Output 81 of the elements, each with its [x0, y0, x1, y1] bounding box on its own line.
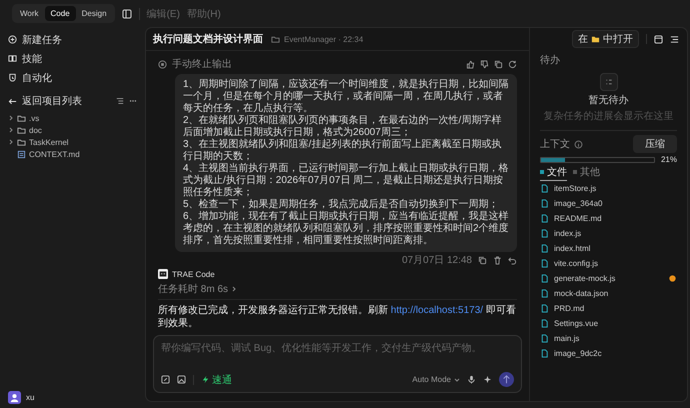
user-name: xu [26, 393, 34, 402]
file-item[interactable]: main.js [540, 331, 677, 346]
sidebar-item[interactable]: 自动化 [8, 68, 137, 87]
list-view-icon[interactable] [116, 97, 124, 105]
message-paragraph: 2、在就绪队列页和阻塞队列页的事项条目，在最右边的一次性/周期字样后面增加截止日期或执行日期，格式为26007周三； [183, 115, 502, 138]
context-label: 上下文 [540, 138, 570, 151]
file-item[interactable]: itemStore.js [540, 181, 677, 196]
copy-icon[interactable] [494, 60, 503, 68]
task-duration[interactable]: 任务耗时 8m 6s [158, 282, 228, 296]
file-item[interactable]: PRD.md [540, 301, 677, 316]
file-item[interactable]: README.md [540, 211, 677, 226]
file-item[interactable]: image_9dc2c [540, 346, 677, 361]
message-paragraph: 1、周期时间除了间隔，应该还有一个时间维度，就是执行日期，比如间隔一个月，但是在每个月的哪一天执行，或者间隔一周，在周几执行，或者每天的任务，在几点执行等。 [183, 79, 509, 114]
mode-dropdown[interactable]: Auto Mode [412, 375, 460, 384]
microphone-icon[interactable] [467, 375, 476, 384]
mode-tab[interactable]: Code [44, 6, 76, 21]
info-icon[interactable] [574, 140, 583, 148]
tree-item[interactable]: doc [8, 124, 137, 136]
mode-tab[interactable]: Work [14, 6, 45, 21]
open-in-folder-button[interactable]: 在 中打开 [572, 30, 639, 48]
app-logo-icon [158, 269, 168, 279]
message-time: 07月07日 12:48 [402, 254, 472, 267]
stop-note: 手动终止输出 [172, 58, 232, 71]
context-tab[interactable]: 其他 [573, 165, 600, 181]
trash-icon[interactable] [493, 256, 502, 264]
message-paragraph: 6、增加功能，现在有了截止日期或执行日期，应当有临近提醒，我是这样考虑的，在主视图的就绪队列和阻塞队列，排序按照重要性和时间2个维度排序，首先按照重要性排，相同重要性按照时间距离排。 [183, 211, 509, 247]
sidebar-toggle-icon[interactable] [122, 8, 132, 18]
edit-icon[interactable] [161, 375, 170, 384]
message-paragraph: 3、在主视图就绪队列和阻塞/挂起列表的执行前面写上距离截至日期或执行日期的天数； [183, 139, 502, 162]
copy-icon[interactable] [478, 256, 487, 264]
todo-title: 待办 [540, 54, 561, 67]
assistant-reply: 所有修改已完成，开发服务器运行正常无报错。刷新 http://localhost:5173/ 即可看到效果。 [158, 304, 517, 330]
lightning-icon [201, 375, 210, 384]
sparkle-icon[interactable] [483, 375, 492, 384]
compress-button[interactable]: 压缩 [633, 135, 677, 153]
plus-circle-icon [8, 35, 17, 44]
chat-input[interactable]: 帮你编写代码、调试 Bug、优化性能等开发工作，交付生产级代码产物。 速通 Auto Mode [153, 335, 522, 393]
localhost-link[interactable]: http://localhost:5173/ [390, 305, 484, 316]
file-item[interactable]: generate-mock.js [540, 271, 677, 286]
send-button[interactable] [499, 372, 514, 387]
context-percent: 21% [660, 155, 677, 164]
folder-icon [271, 34, 280, 44]
clock-icon [8, 73, 17, 82]
chevron-icon [231, 286, 238, 292]
message-paragraph: 4、主视图当前执行界面，已运行时间那一行加上截止日期或执行日期，格式为截止/执行日期：2026年07月07日 周二，是截止日期还是执行日期按照任务性质来； [183, 163, 509, 198]
file-item[interactable]: mock-data.json [540, 286, 677, 301]
tree-item[interactable]: CONTEXT.md [8, 148, 137, 160]
thumbs-up-icon[interactable] [466, 60, 475, 68]
tree-item[interactable]: .vs [8, 112, 137, 124]
file-item[interactable]: Settings.vue [540, 316, 677, 331]
stop-icon [158, 60, 167, 68]
task-title: 执行问题文档并设计界面 [153, 32, 263, 46]
undo-icon[interactable] [508, 256, 517, 264]
message-paragraph: 5、检查一下，如果是周期任务，我点完成后是否自动切换到下一周期； [183, 199, 500, 210]
file-item[interactable]: vite.config.js [540, 256, 677, 271]
avatar-icon[interactable] [8, 391, 21, 404]
project-label: EventManager · 22:34 [284, 34, 364, 44]
file-item[interactable]: index.html [540, 241, 677, 256]
caret-icon [454, 376, 460, 382]
sidebar-item[interactable]: 技能 [8, 49, 137, 68]
menu-icon[interactable] [670, 34, 679, 44]
image-icon[interactable] [177, 375, 186, 384]
file-icon [17, 150, 26, 158]
file-item[interactable]: index.js [540, 226, 677, 241]
back-label[interactable]: 返回项目列表 [22, 94, 111, 108]
folder-icon [591, 34, 600, 44]
tree-item[interactable]: TaskKernel [8, 136, 137, 148]
speed-mode-button[interactable]: 速通 [201, 372, 232, 386]
empty-hint: 复杂任务的进展会显示在这里 [544, 110, 674, 123]
context-tab[interactable]: 文件 [540, 165, 567, 181]
mode-tab[interactable]: Design [76, 6, 113, 21]
back-arrow-icon[interactable] [8, 96, 17, 106]
thumbs-down-icon[interactable] [480, 60, 489, 68]
list-icon [600, 73, 618, 91]
empty-title: 暂无待办 [588, 94, 628, 107]
book-icon [8, 54, 17, 63]
sidebar-item[interactable]: 新建任务 [8, 30, 137, 49]
file-item[interactable]: image_364a0 [540, 196, 677, 211]
refresh-icon[interactable] [508, 60, 517, 68]
panel-icon[interactable] [654, 34, 663, 44]
assistant-name: TRAE Code [172, 270, 215, 278]
